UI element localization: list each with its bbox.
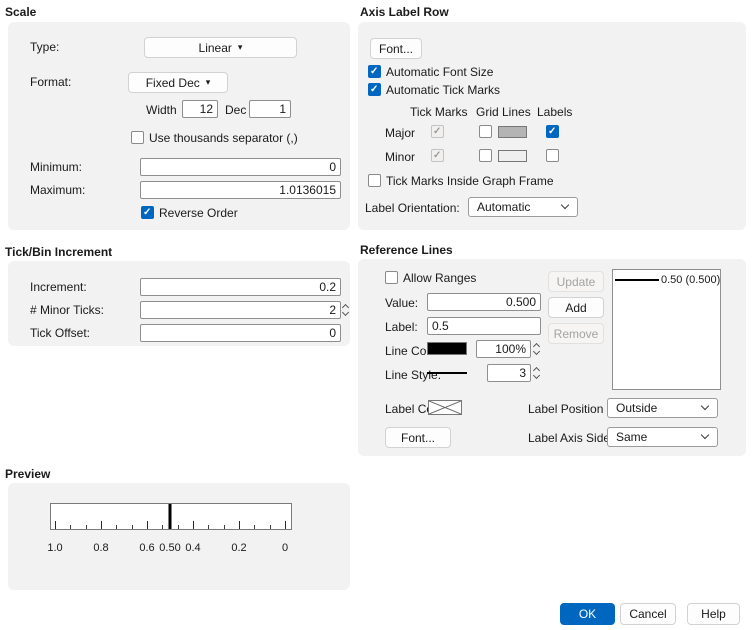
- preview-reference-line: [168, 504, 172, 529]
- axis-settings-dialog: Scale Type: Linear Format: Fixed Dec Wid…: [0, 0, 754, 630]
- preview-reference-label: 0.50: [159, 542, 180, 554]
- line-style-spinner[interactable]: [532, 364, 542, 382]
- reverse-order-checkbox[interactable]: [141, 206, 154, 219]
- type-dropdown-value: Linear: [198, 40, 232, 55]
- line-style-sample[interactable]: [427, 372, 467, 374]
- font-button[interactable]: Font...: [370, 38, 422, 59]
- update-button[interactable]: Update: [548, 271, 604, 292]
- tickbin-section-title: Tick/Bin Increment: [5, 245, 113, 259]
- type-dropdown[interactable]: Linear: [144, 37, 297, 58]
- line-style-label: Line Style:: [385, 368, 442, 382]
- label-axis-side-value: Same: [616, 430, 648, 444]
- minor-ticks-spinner[interactable]: [341, 301, 351, 319]
- dec-input[interactable]: [249, 100, 291, 118]
- label-position-combobox[interactable]: Outside: [607, 398, 718, 418]
- value-label: Value:: [385, 296, 419, 310]
- none-color-x-icon: [428, 400, 462, 415]
- label-orientation-label: Label Orientation:: [365, 201, 460, 215]
- reverse-order-label[interactable]: Reverse Order: [159, 206, 238, 220]
- preview-section-title: Preview: [5, 467, 51, 481]
- minimum-input[interactable]: [140, 158, 341, 176]
- increment-input[interactable]: [140, 278, 341, 296]
- label-position-label: Label Position: [528, 402, 604, 416]
- maximum-input[interactable]: [140, 181, 341, 199]
- type-label: Type:: [30, 40, 60, 54]
- scale-section-title: Scale: [5, 5, 37, 19]
- preview-tick-label: 0: [282, 542, 288, 554]
- tick-offset-label: Tick Offset:: [30, 326, 91, 340]
- width-label: Width: [146, 103, 177, 117]
- ok-button[interactable]: OK: [560, 603, 615, 625]
- minimum-label: Minimum:: [30, 160, 83, 174]
- preview-axis: 1.0 0.8 0.6 0.50 0.4 0.2 0: [47, 503, 292, 554]
- label-orientation-combobox[interactable]: Automatic: [468, 197, 578, 217]
- line-width-input[interactable]: [476, 340, 531, 358]
- value-input[interactable]: [427, 293, 541, 311]
- minor-grid-lines-checkbox[interactable]: [479, 149, 492, 162]
- column-header-tick-marks: Tick Marks: [410, 105, 468, 119]
- format-dropdown[interactable]: Fixed Dec: [128, 72, 228, 93]
- minor-labels-checkbox[interactable]: [546, 149, 559, 162]
- label-axis-side-combobox[interactable]: Same: [607, 427, 718, 447]
- minor-grid-color-swatch[interactable]: [498, 150, 527, 162]
- label-axis-side-label: Label Axis Side: [528, 431, 611, 445]
- major-grid-lines-checkbox[interactable]: [479, 125, 492, 138]
- major-row-label: Major: [385, 126, 416, 140]
- major-tick-marks-checkbox[interactable]: [431, 125, 444, 138]
- cancel-button[interactable]: Cancel: [620, 603, 676, 625]
- allow-ranges-checkbox[interactable]: [385, 271, 398, 284]
- reference-line-sample: [615, 279, 659, 281]
- help-button[interactable]: Help: [687, 603, 740, 625]
- reference-lines-section-title: Reference Lines: [360, 243, 453, 257]
- line-width-spinner[interactable]: [532, 340, 542, 358]
- label-label: Label:: [385, 320, 418, 334]
- dec-label: Dec: [225, 103, 247, 117]
- auto-font-size-checkbox[interactable]: [368, 65, 381, 78]
- minor-ticks-label: # Minor Ticks:: [30, 303, 105, 317]
- minor-row-label: Minor: [385, 150, 416, 164]
- major-labels-checkbox[interactable]: [546, 125, 559, 138]
- allow-ranges-label[interactable]: Allow Ranges: [403, 271, 476, 285]
- reference-lines-listbox[interactable]: 0.50 (0.500): [612, 269, 721, 390]
- line-style-input[interactable]: [487, 364, 531, 382]
- remove-button[interactable]: Remove: [548, 323, 604, 344]
- format-dropdown-value: Fixed Dec: [145, 75, 200, 90]
- preview-tick-label: 0.8: [93, 542, 108, 554]
- label-orientation-value: Automatic: [477, 200, 531, 214]
- column-header-grid-lines: Grid Lines: [476, 105, 531, 119]
- thousands-separator-label[interactable]: Use thousands separator (,): [149, 131, 298, 145]
- auto-font-size-label[interactable]: Automatic Font Size: [386, 65, 493, 79]
- preview-tick-label: 0.6: [139, 542, 154, 554]
- inside-frame-label[interactable]: Tick Marks Inside Graph Frame: [386, 174, 554, 188]
- axis-label-row-section-title: Axis Label Row: [360, 5, 449, 19]
- thousands-separator-checkbox[interactable]: [131, 131, 144, 144]
- column-header-labels: Labels: [537, 105, 573, 119]
- tick-offset-input[interactable]: [140, 324, 341, 342]
- minor-tick-marks-checkbox[interactable]: [431, 149, 444, 162]
- preview-tick-label: 0.2: [231, 542, 246, 554]
- increment-label: Increment:: [30, 280, 87, 294]
- label-position-value: Outside: [616, 401, 658, 415]
- preview-tick-label: 0.4: [185, 542, 200, 554]
- label-input[interactable]: [427, 317, 541, 335]
- reference-line-item[interactable]: 0.50 (0.500): [613, 270, 720, 286]
- reference-line-item-label: 0.50 (0.500): [661, 274, 721, 286]
- auto-tick-marks-label[interactable]: Automatic Tick Marks: [386, 83, 500, 97]
- inside-frame-checkbox[interactable]: [368, 174, 381, 187]
- add-button[interactable]: Add: [548, 297, 604, 318]
- width-input[interactable]: [182, 100, 218, 118]
- format-label: Format:: [30, 75, 72, 89]
- maximum-label: Maximum:: [30, 183, 86, 197]
- preview-tick-label: 1.0: [47, 542, 62, 554]
- reference-font-button[interactable]: Font...: [385, 427, 451, 448]
- line-color-swatch[interactable]: [427, 342, 467, 355]
- major-grid-color-swatch[interactable]: [498, 126, 527, 138]
- minor-ticks-input[interactable]: [140, 301, 341, 319]
- label-color-swatch[interactable]: [428, 400, 462, 415]
- auto-tick-marks-checkbox[interactable]: [368, 83, 381, 96]
